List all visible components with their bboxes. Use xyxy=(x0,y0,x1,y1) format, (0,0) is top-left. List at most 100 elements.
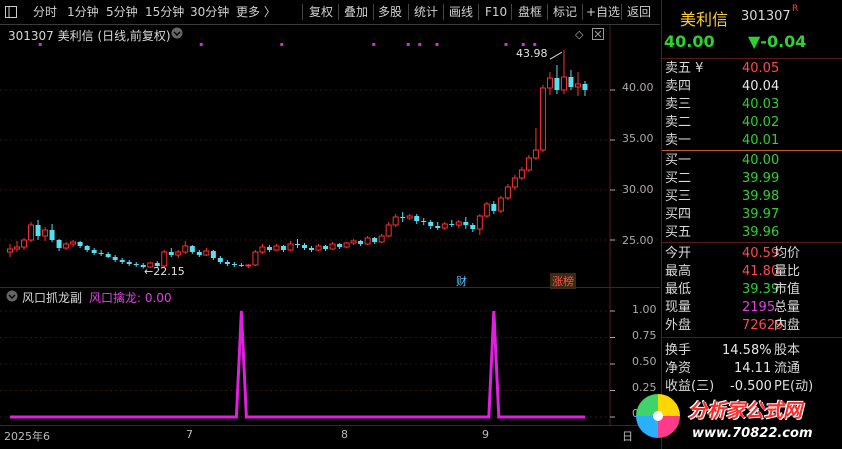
candle-body[interactable] xyxy=(470,225,476,229)
toolbar-item-stats[interactable]: 统计 xyxy=(414,0,438,24)
candle-body[interactable] xyxy=(182,245,189,253)
candle-body[interactable] xyxy=(203,250,210,256)
toolbar-item-overlay[interactable]: 叠加 xyxy=(344,0,368,24)
candle-body[interactable] xyxy=(568,77,574,87)
event-marker[interactable] xyxy=(435,43,439,46)
candle-body[interactable] xyxy=(196,252,202,255)
candle-body[interactable] xyxy=(119,260,125,262)
toolbar-item-30min[interactable]: 30分钟 xyxy=(190,0,229,24)
candle-body[interactable] xyxy=(217,258,223,262)
toolbar-item-draw[interactable]: 画线 xyxy=(449,0,473,24)
candle-body[interactable] xyxy=(259,246,266,253)
candle-body[interactable] xyxy=(210,251,216,258)
candle-body[interactable] xyxy=(21,239,28,248)
event-marker[interactable] xyxy=(199,43,203,46)
candle-body[interactable] xyxy=(126,262,132,264)
candle-body[interactable] xyxy=(476,215,483,230)
candle-body[interactable] xyxy=(560,76,567,91)
candle-body[interactable] xyxy=(28,224,35,241)
event-marker[interactable] xyxy=(280,43,284,46)
toolbar-item-5min[interactable]: 5分钟 xyxy=(106,0,138,24)
event-marker[interactable] xyxy=(504,43,508,46)
candle-body[interactable] xyxy=(400,217,406,218)
candle-body[interactable] xyxy=(161,251,168,267)
candle-body[interactable] xyxy=(364,237,371,245)
candle-body[interactable] xyxy=(105,254,111,257)
candle-body[interactable] xyxy=(378,235,385,243)
close-icon[interactable] xyxy=(592,28,604,43)
candle-body[interactable] xyxy=(14,246,21,250)
candle-body[interactable] xyxy=(582,84,588,90)
candle-body[interactable] xyxy=(406,215,413,219)
candle-body[interactable] xyxy=(133,264,139,265)
candle-body[interactable] xyxy=(504,186,511,199)
toolbar-item-mark[interactable]: 标记 xyxy=(553,0,577,24)
event-marker[interactable] xyxy=(521,43,525,46)
toolbar-item-back[interactable]: 返回 xyxy=(627,0,651,24)
candle-body[interactable] xyxy=(35,225,41,236)
candle-body[interactable] xyxy=(546,77,553,89)
candle-body[interactable] xyxy=(554,78,560,90)
candle-body[interactable] xyxy=(245,264,252,267)
candle-body[interactable] xyxy=(273,245,280,251)
candle-body[interactable] xyxy=(343,242,350,248)
candle-body[interactable] xyxy=(302,245,308,248)
event-marker[interactable] xyxy=(418,43,422,46)
candle-body[interactable] xyxy=(441,223,448,229)
candle-body[interactable] xyxy=(189,246,195,252)
candle-body[interactable] xyxy=(266,247,272,250)
candle-body[interactable] xyxy=(511,177,518,188)
candle-body[interactable] xyxy=(224,262,230,264)
event-marker[interactable] xyxy=(372,43,376,46)
candle-body[interactable] xyxy=(91,250,97,253)
toolbar-item-1min[interactable]: 1分钟 xyxy=(67,0,99,24)
candle-body[interactable] xyxy=(414,216,420,221)
candle-body[interactable] xyxy=(385,224,392,237)
candle-body[interactable] xyxy=(42,229,49,237)
toolbar-item-add-watchlist[interactable]: +自选 xyxy=(586,0,620,24)
panel-toggle-icon[interactable] xyxy=(5,0,19,24)
candle-body[interactable] xyxy=(309,248,315,250)
toolbar-item-15min[interactable]: 15分钟 xyxy=(145,0,184,24)
candle-body[interactable] xyxy=(518,169,525,179)
diamond-icon[interactable]: ◇ xyxy=(575,28,583,41)
candle-body[interactable] xyxy=(483,203,490,217)
candle-body[interactable] xyxy=(49,230,55,240)
event-marker[interactable] xyxy=(406,43,410,46)
candle-body[interactable] xyxy=(287,243,294,251)
candle-body[interactable] xyxy=(525,157,532,171)
candle-body[interactable] xyxy=(7,248,13,253)
candle-body[interactable] xyxy=(491,204,497,211)
indicator-pane[interactable]: 风口抓龙副 风口擒龙: 0.00 1.00 0.75 0.50 0.25 0.0… xyxy=(0,288,660,425)
candle-body[interactable] xyxy=(372,238,378,242)
candle-body[interactable] xyxy=(350,240,357,244)
candle-body[interactable] xyxy=(175,251,182,256)
candle-body[interactable] xyxy=(280,246,286,250)
candle-body[interactable] xyxy=(497,197,504,212)
candle-body[interactable] xyxy=(449,224,455,225)
candle-body[interactable] xyxy=(421,221,427,222)
toolbar-item-multi[interactable]: 多股 xyxy=(378,0,402,24)
candle-body[interactable] xyxy=(98,253,104,254)
candle-body[interactable] xyxy=(358,241,364,244)
kline-chart[interactable]: 301307 美利信 (日线,前复权) ◇ 43.98 ←22.15 财 涨榜 … xyxy=(0,25,660,289)
candle-body[interactable] xyxy=(295,244,300,245)
candle-body[interactable] xyxy=(56,240,62,248)
candle-body[interactable] xyxy=(455,221,462,226)
candle-body[interactable] xyxy=(539,87,546,151)
event-marker[interactable] xyxy=(533,43,537,46)
toolbar-item-panel[interactable]: 盘框 xyxy=(518,0,542,24)
indicator-dropdown-icon[interactable] xyxy=(6,290,18,305)
toolbar-item-f10[interactable]: F10 xyxy=(485,0,507,24)
candle-body[interactable] xyxy=(463,222,469,225)
candle-body[interactable] xyxy=(238,265,244,266)
chart-title-dropdown-icon[interactable] xyxy=(171,27,183,42)
candle-body[interactable] xyxy=(63,243,70,249)
candle-body[interactable] xyxy=(337,244,343,247)
candle-body[interactable] xyxy=(329,243,336,250)
candle-body[interactable] xyxy=(532,149,539,159)
candle-body[interactable] xyxy=(428,222,434,226)
toolbar-item-minute[interactable]: 分时 xyxy=(33,0,57,24)
candle-body[interactable] xyxy=(168,252,174,255)
candle-body[interactable] xyxy=(70,241,77,245)
